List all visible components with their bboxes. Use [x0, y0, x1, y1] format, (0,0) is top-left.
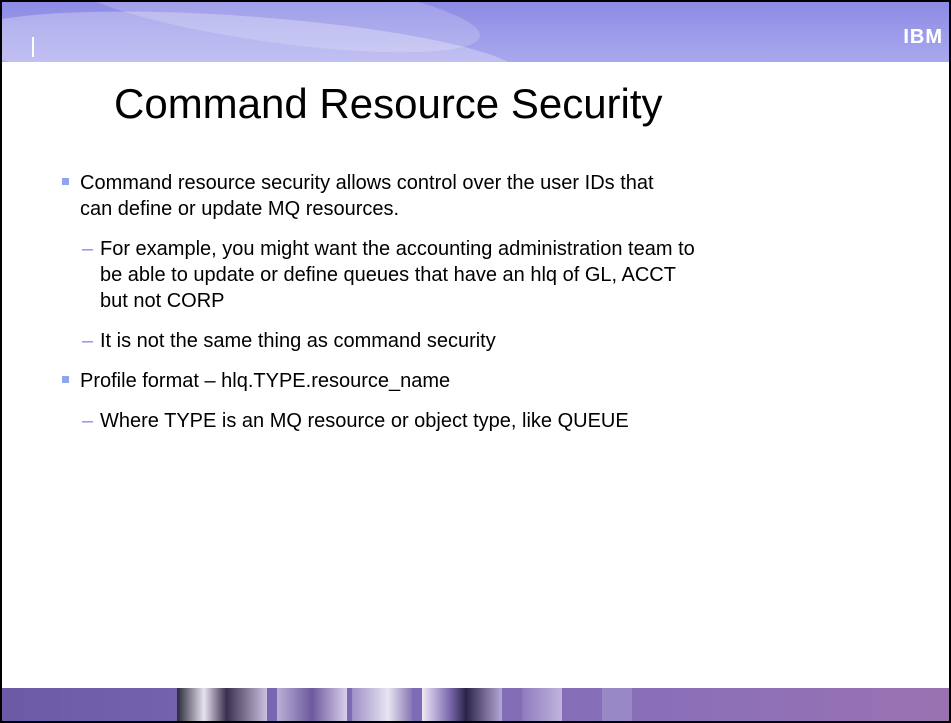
dash-marker: – [82, 330, 94, 352]
footer-photo-tile [277, 688, 347, 721]
dash-marker: – [82, 238, 94, 260]
sub-bullet-text: It is not the same thing as command secu… [100, 330, 496, 352]
bullet-list: Command resource security allows control… [2, 170, 949, 448]
bullet-square-icon [62, 178, 69, 185]
sub-bullet-item: – It is not the same thing as command se… [2, 328, 700, 354]
bullet-item: Command resource security allows control… [2, 170, 680, 222]
banner-tick [32, 37, 34, 57]
dash-marker: – [82, 410, 94, 432]
bullet-text: Profile format – hlq.TYPE.resource_name [80, 370, 451, 392]
footer-photo-tile [177, 688, 267, 721]
footer-photo-tile [422, 688, 502, 721]
ibm-logo: IBM [903, 26, 943, 48]
sub-bullet-item: – Where TYPE is an MQ resource or object… [2, 408, 700, 434]
sub-bullet-text: For example, you might want the accounti… [100, 238, 695, 312]
sub-bullet-item: – For example, you might want the accoun… [2, 236, 700, 314]
top-banner: IBM [2, 2, 949, 62]
footer-photo-tile [352, 688, 412, 721]
footer-photo-tile [602, 688, 632, 721]
sub-bullet-text: Where TYPE is an MQ resource or object t… [100, 410, 629, 432]
slide: IBM Command Resource Security Command re… [0, 0, 951, 723]
footer-photo-tile [522, 688, 562, 721]
footer-image-band [2, 688, 949, 721]
bullet-text: Command resource security allows control… [80, 172, 654, 220]
bullet-square-icon [62, 376, 69, 383]
bullet-item: Profile format – hlq.TYPE.resource_name [2, 368, 680, 394]
slide-title: Command Resource Security [114, 80, 663, 127]
